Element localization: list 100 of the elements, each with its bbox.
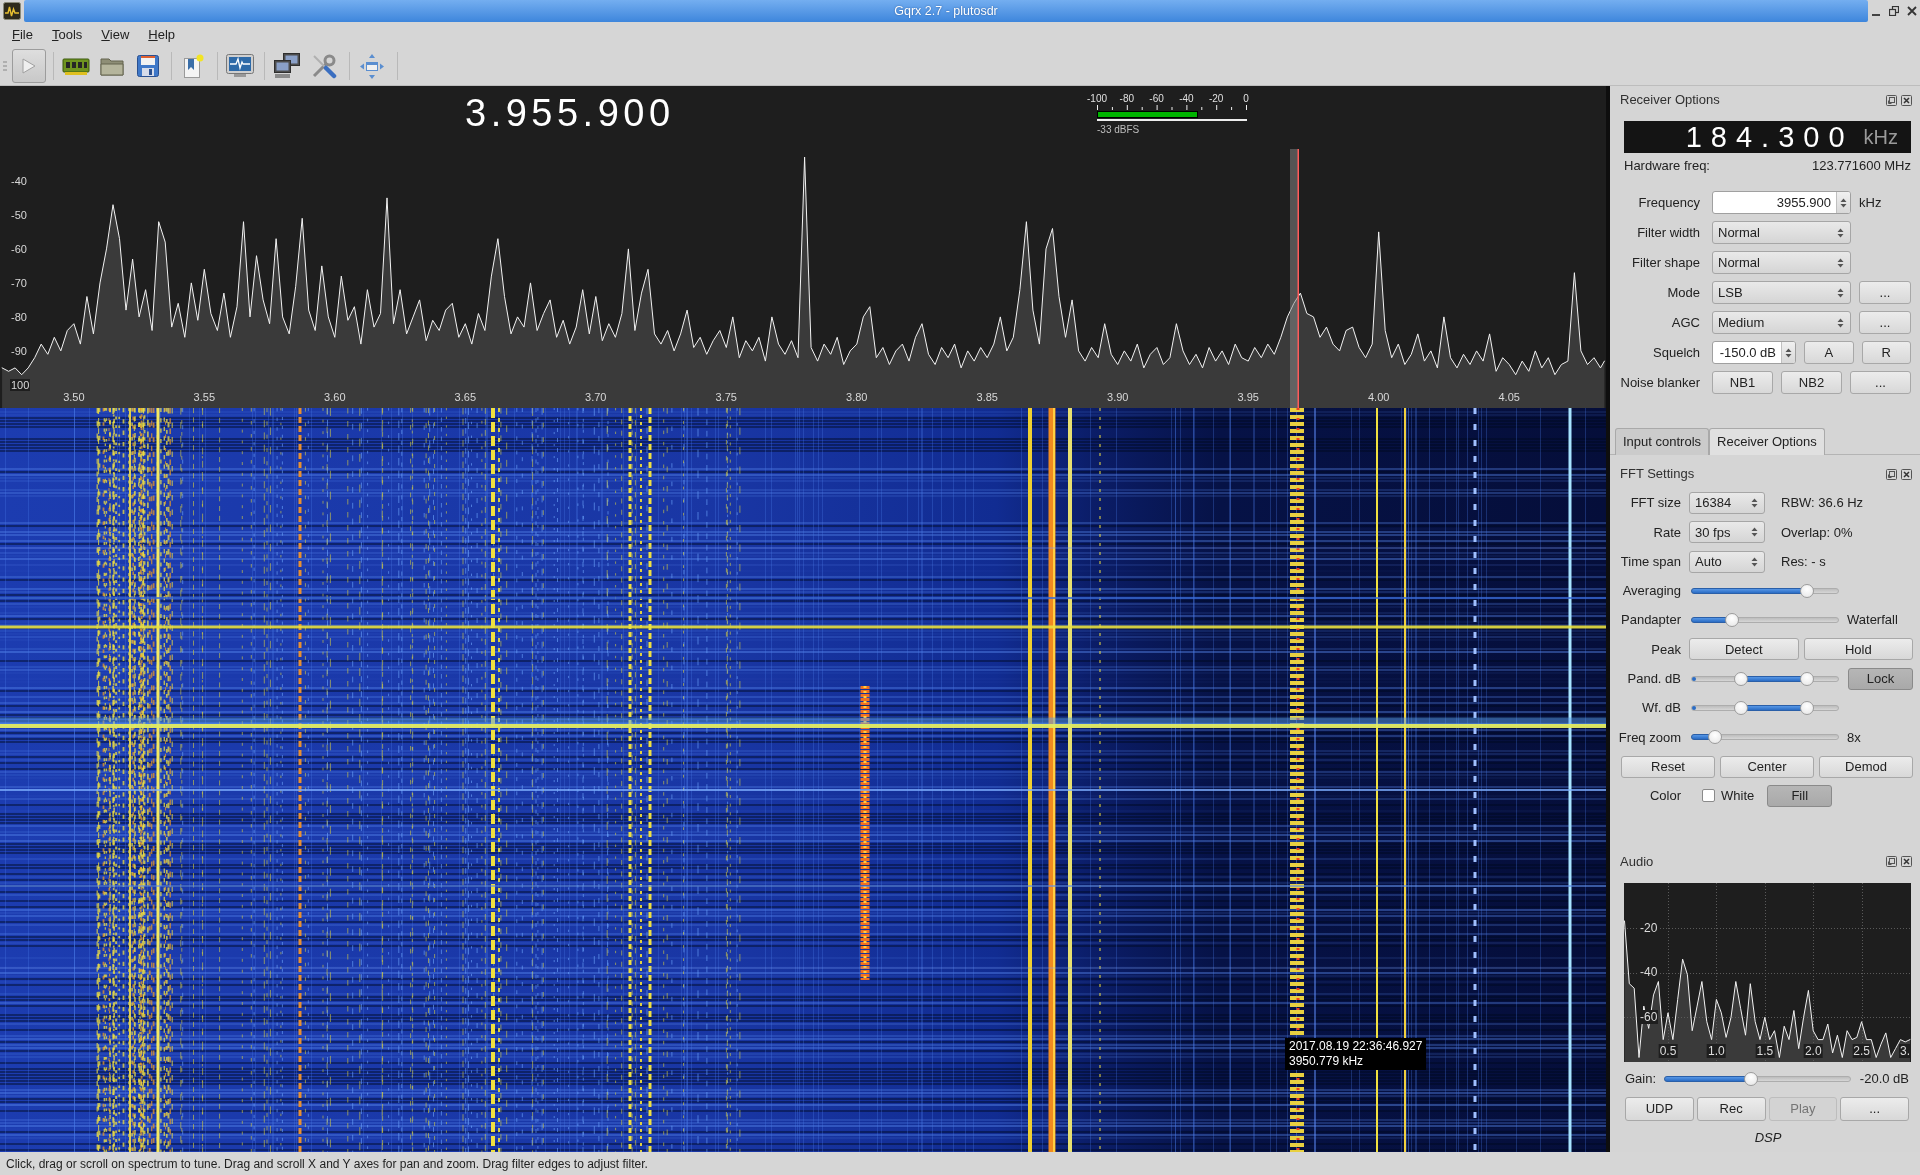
button[interactable]: ... (1859, 311, 1911, 334)
button[interactable]: R (1861, 341, 1911, 364)
slider-handle[interactable] (1799, 583, 1814, 598)
button[interactable]: ... (1840, 1096, 1909, 1121)
menu-item[interactable]: View (101, 24, 130, 45)
menu-item[interactable]: Help (148, 24, 176, 45)
slider-handle[interactable] (1724, 613, 1739, 628)
slider-handle[interactable] (1799, 701, 1814, 716)
field-label: Rate (1652, 523, 1681, 542)
close-icon[interactable] (1901, 94, 1912, 106)
dropdown[interactable]: 30 fps (1689, 521, 1765, 544)
updown-arrows-icon (1751, 498, 1758, 508)
button[interactable]: Hold (1803, 638, 1913, 661)
button[interactable]: Lock (1848, 667, 1913, 690)
slider-handle[interactable] (1743, 1071, 1758, 1086)
float-icon[interactable] (1886, 94, 1897, 106)
slider-track[interactable] (1691, 670, 1839, 687)
button[interactable]: Demod (1819, 755, 1913, 778)
axis-label: 1.5 (1755, 1043, 1775, 1058)
updown-arrows-icon[interactable] (1785, 347, 1792, 358)
field-label: Wf. dB (1641, 699, 1681, 718)
info-label: RBW: 36.6 Hz (1781, 494, 1864, 513)
button[interactable]: Center (1720, 755, 1814, 778)
maximize-icon[interactable] (1889, 6, 1899, 16)
button[interactable]: A (1804, 341, 1854, 364)
computers-icon[interactable] (273, 53, 301, 79)
button[interactable]: Detect (1689, 638, 1799, 661)
tab[interactable]: Receiver Options (1709, 428, 1825, 455)
tuning-marker[interactable] (1297, 149, 1299, 408)
slider-handle[interactable] (1733, 671, 1748, 686)
button[interactable]: UDP (1625, 1096, 1694, 1121)
axis-label: 0.5 (1658, 1043, 1678, 1058)
toolbar-grip-icon (3, 61, 7, 71)
slider-track[interactable] (1691, 700, 1839, 717)
axis-label: -60 (1639, 1010, 1659, 1025)
axis-label: -80 (10, 310, 28, 323)
updown-arrows-icon (1837, 317, 1844, 328)
slider-track[interactable] (1691, 612, 1839, 629)
tab[interactable]: Input controls (1615, 428, 1710, 455)
field-label: Color (1648, 787, 1681, 806)
slider-handle[interactable] (1733, 701, 1748, 716)
axis-label: 3.60 (324, 391, 346, 403)
info-label: Res: - s (1781, 552, 1826, 571)
play-icon (22, 58, 36, 74)
slider-handle[interactable] (1708, 730, 1723, 745)
field-label: Noise blanker (1619, 373, 1700, 392)
slider-track[interactable] (1691, 729, 1839, 746)
monitor-icon[interactable] (226, 54, 254, 78)
slider-track[interactable] (1664, 1070, 1852, 1087)
close-icon[interactable] (1901, 856, 1912, 868)
folder-icon[interactable] (100, 56, 124, 76)
unit-label: kHz (1859, 193, 1882, 212)
menu-item[interactable]: Tools (51, 24, 83, 45)
spectrum-plot[interactable]: -40 -50 -60 -70 -80 -90 100 3.50 3.55 3.60 3.65 3.70 3.75 3.80 3.85 3.90 3.95 4.00 4.05 3.955.900 -100 -80 -60 -40 -20 0 -33 dBFS (0, 86, 1606, 408)
slider-track[interactable] (1691, 582, 1839, 599)
meter-scale-label: -80 (1119, 93, 1134, 105)
save-icon[interactable] (137, 55, 159, 77)
move-arrows-icon[interactable] (359, 52, 385, 80)
button[interactable]: Fill (1767, 784, 1833, 807)
tools-icon[interactable] (311, 53, 337, 79)
updown-arrows-icon (1837, 287, 1844, 298)
meter-scale-label: -100 (1087, 93, 1107, 105)
button[interactable]: Rec (1696, 1096, 1766, 1121)
circuit-board-icon[interactable] (62, 56, 90, 76)
button[interactable]: NB2 (1781, 371, 1842, 394)
meter-scale-label: -40 (1179, 93, 1194, 105)
button[interactable]: NB1 (1712, 371, 1773, 394)
app-icon[interactable] (3, 2, 21, 20)
axis-label: 3.80 (846, 391, 868, 403)
bookmark-icon[interactable] (183, 54, 204, 78)
spin-box[interactable]: 3955.900 (1712, 191, 1851, 214)
frequency-text: 3950.779 kHz (1289, 1054, 1365, 1069)
dropdown[interactable]: Auto (1689, 550, 1765, 573)
close-icon[interactable] (1907, 6, 1917, 16)
field-label: Freq zoom (1617, 728, 1681, 747)
float-icon[interactable] (1886, 856, 1897, 868)
dropdown[interactable]: Medium (1712, 311, 1851, 334)
dropdown[interactable]: Normal (1712, 251, 1851, 274)
updown-arrows-icon[interactable] (1840, 197, 1847, 208)
axis-label: 3.70 (585, 391, 607, 403)
menu-item[interactable]: File (12, 24, 33, 45)
caption-text: DSP (1753, 1128, 1783, 1144)
button[interactable]: Reset (1621, 755, 1715, 778)
window-title: Gqrx 2.7 - plutosdr (894, 2, 998, 20)
checkbox[interactable] (1702, 789, 1715, 803)
button[interactable]: ... (1850, 371, 1911, 394)
waterfall-drawing[interactable] (0, 408, 1606, 1152)
dropdown[interactable]: 16384 (1689, 492, 1765, 514)
spin-box[interactable]: -150.0 dB (1712, 341, 1796, 364)
dropdown[interactable]: Normal (1712, 221, 1851, 244)
slider-handle[interactable] (1799, 671, 1814, 686)
button[interactable]: ... (1859, 281, 1911, 304)
axis-label: -60 (10, 242, 28, 255)
dropdown[interactable]: LSB (1712, 281, 1851, 304)
float-icon[interactable] (1886, 468, 1897, 480)
close-icon[interactable] (1901, 468, 1912, 480)
axis-label: -40 (10, 174, 28, 187)
axis-label: 2.5 (1852, 1043, 1871, 1058)
checkbox-label[interactable]: White (1721, 786, 1755, 806)
meter-scale-label: 0 (1243, 93, 1249, 105)
